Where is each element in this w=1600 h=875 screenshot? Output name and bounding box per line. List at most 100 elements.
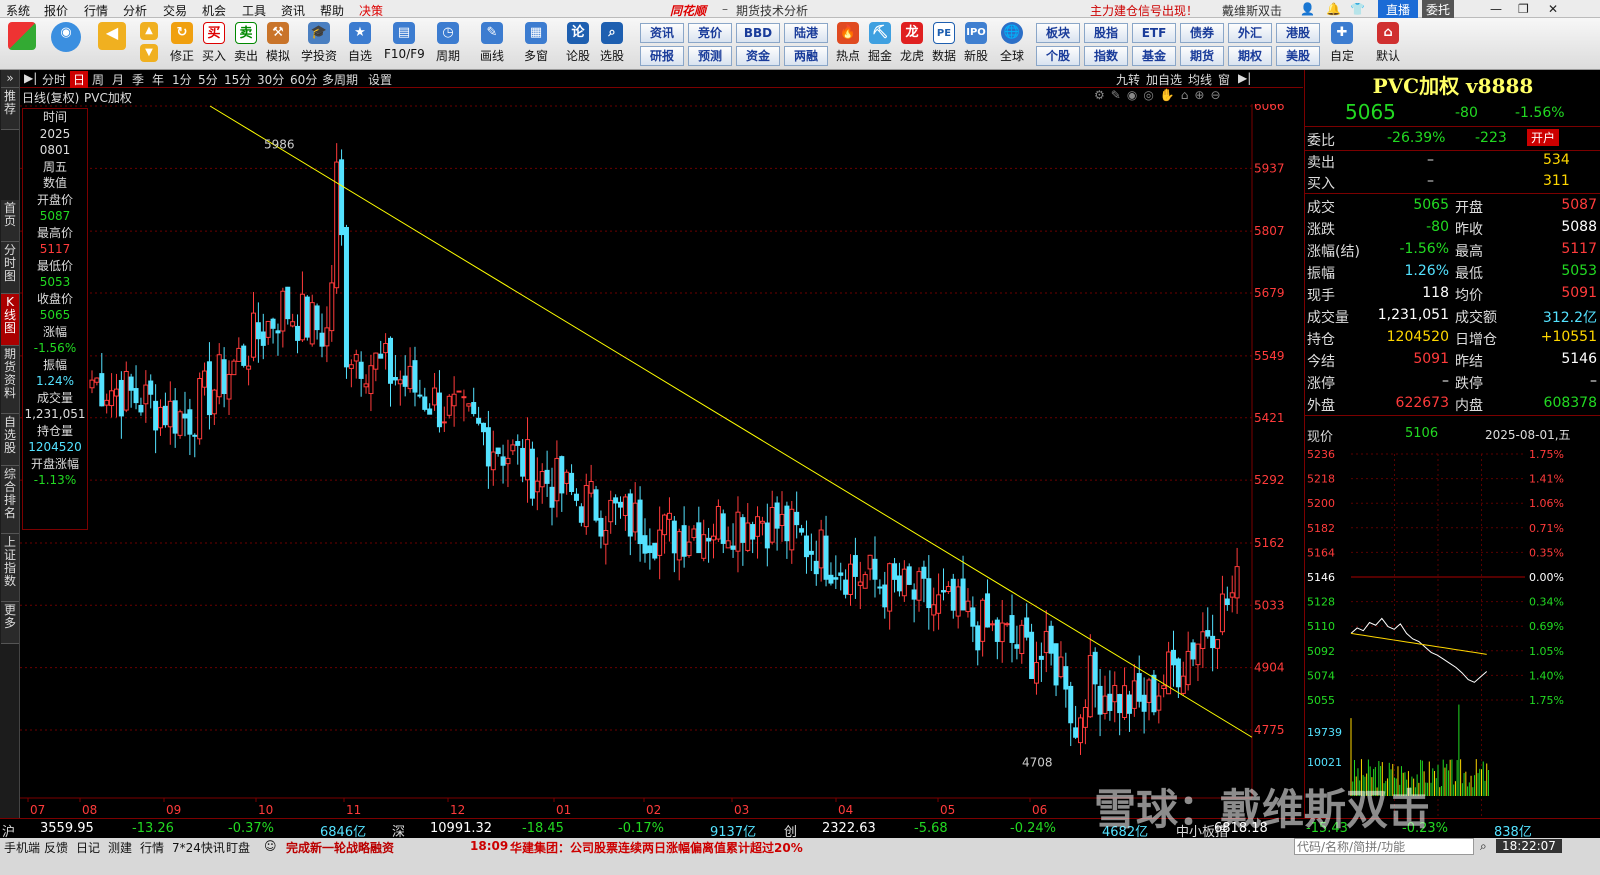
side-tab-kline[interactable]: K线图 [1, 294, 19, 346]
menu-tools[interactable]: 工具 [242, 2, 266, 19]
kline-chart[interactable]: 6066 5937 5807 5679 5549 5421 5292 5162 5033 4904… [20, 104, 1303, 818]
pen-icon[interactable]: ✎ [1111, 88, 1127, 102]
bell-icon[interactable]: 🔔 [1326, 2, 1341, 16]
quick-bonds[interactable]: 债券 [1180, 23, 1224, 43]
eye-icon[interactable]: ◉ [1127, 88, 1143, 102]
period-15min[interactable]: 15分 [224, 71, 251, 88]
quick-us-stocks[interactable]: 美股 [1276, 46, 1320, 66]
quick-funds2[interactable]: 基金 [1132, 46, 1176, 66]
bottom-feedback[interactable]: 反馈 [44, 839, 68, 856]
side-tab-home[interactable]: 首页 [1, 200, 19, 242]
news-ticker-2[interactable]: 华建集团：公司股票连续两日涨幅偏离值累计超过20% [510, 839, 803, 856]
discuss-button[interactable]: 论论股 [562, 22, 594, 68]
live-button[interactable]: 直播 [1378, 0, 1419, 18]
revise-button[interactable]: ↻ 修正 [166, 22, 198, 68]
close-icon[interactable]: ✕ [1548, 2, 1558, 16]
quick-forex[interactable]: 外汇 [1228, 23, 1272, 43]
target-icon[interactable]: ◎ [1143, 88, 1159, 102]
side-tab-timeshare[interactable]: 分时图 [1, 242, 19, 294]
quick-forecast[interactable]: 预测 [688, 46, 732, 66]
up-down-button[interactable]: ▲ ▼ [136, 22, 162, 68]
period-1min[interactable]: 1分 [172, 71, 192, 88]
lock-icon[interactable]: ⌂ [1181, 88, 1195, 102]
open-account-button[interactable]: 开户 [1527, 129, 1560, 146]
stock-picker-button[interactable]: ⌕ 选股 [596, 22, 628, 68]
quick-research[interactable]: 研报 [640, 46, 684, 66]
collapse-icon[interactable]: ▶| [1238, 71, 1251, 85]
bottom-watch[interactable]: 盯盘 [226, 839, 250, 856]
period-settings[interactable]: 设置 [368, 71, 392, 88]
quick-etf[interactable]: ETF [1132, 23, 1176, 43]
quick-stocks[interactable]: 个股 [1036, 46, 1080, 66]
bottom-test[interactable]: 测建 [108, 839, 132, 856]
news-ticker-1[interactable]: 完成新一轮战略融资 [286, 839, 394, 856]
bottom-diary[interactable]: 日记 [76, 839, 100, 856]
shirt-icon[interactable]: 👕 [1350, 2, 1365, 16]
chart-tools[interactable]: ⚙✎◉◎✋⌂⊕⊖ [1094, 88, 1227, 102]
quick-funds[interactable]: 资金 [736, 46, 780, 66]
ipo-button[interactable]: IPO 新股 [960, 22, 992, 68]
multi-window-button[interactable]: ▦ 多窗 [520, 22, 552, 68]
quick-index-futures[interactable]: 股指 [1084, 23, 1128, 43]
quick-hk-connect[interactable]: 陆港 [784, 23, 828, 43]
menu-system[interactable]: 系统 [6, 2, 30, 19]
quick-hk-stocks[interactable]: 港股 [1276, 23, 1320, 43]
menu-decision[interactable]: 决策 [359, 2, 383, 19]
window-button[interactable]: 窗 [1218, 71, 1230, 88]
sell-button[interactable]: 卖卖出 [230, 22, 262, 68]
learn-button[interactable]: 🎓 学投资 [300, 22, 338, 68]
data-button[interactable]: PE 数据 [928, 22, 960, 68]
default-button[interactable]: ⌂ 默认 [1372, 22, 1404, 68]
ma-button[interactable]: 均线 [1188, 71, 1212, 88]
period-multi[interactable]: 多周期 [322, 71, 358, 88]
quick-auction[interactable]: 竞价 [688, 23, 732, 43]
period-weekly[interactable]: 周 [92, 71, 104, 88]
draw-line-button[interactable]: ✎ 画线 [476, 22, 508, 68]
zoom-out-icon[interactable]: ⊖ [1210, 88, 1226, 102]
period-yearly[interactable]: 年 [152, 71, 164, 88]
period-monthly[interactable]: 月 [112, 71, 124, 88]
nine-turn-button[interactable]: 九转 [1116, 71, 1140, 88]
home-grid-button[interactable] [6, 22, 38, 68]
gear-icon[interactable]: ⚙ [1094, 88, 1111, 102]
chat-icon[interactable]: ☺ [264, 839, 277, 853]
side-tab-more[interactable]: 更多 [1, 602, 19, 644]
watchlist-button[interactable]: ★ 自选 [344, 22, 376, 68]
period-5min[interactable]: 5分 [198, 71, 218, 88]
period-button[interactable]: ◷ 周期 [432, 22, 464, 68]
back-button[interactable]: ◀ [96, 22, 128, 68]
dragon-tiger-button[interactable]: 龙龙虎 [896, 22, 928, 68]
menu-quote[interactable]: 报价 [44, 2, 68, 19]
zoom-in-icon[interactable]: ⊕ [1194, 88, 1210, 102]
search-icon[interactable]: ⌕ [1480, 839, 1487, 854]
expand-icon[interactable]: » [1, 70, 19, 88]
menu-help[interactable]: 帮助 [320, 2, 344, 19]
period-quarterly[interactable]: 季 [132, 71, 144, 88]
menu-opportunity[interactable]: 机会 [202, 2, 226, 19]
quick-margin[interactable]: 两融 [784, 46, 828, 66]
quick-futures[interactable]: 期货 [1180, 46, 1224, 66]
search-input[interactable] [1294, 838, 1474, 855]
quick-indices[interactable]: 指数 [1084, 46, 1128, 66]
quick-sector[interactable]: 板块 [1036, 23, 1080, 43]
promo-link[interactable]: 主力建仓信号出现！ [1090, 2, 1198, 19]
menu-news[interactable]: 资讯 [281, 2, 305, 19]
period-daily[interactable]: 日 [70, 71, 89, 88]
period-60min[interactable]: 60分 [290, 71, 317, 88]
menu-market[interactable]: 行情 [84, 2, 108, 19]
buy-button[interactable]: 买买入 [198, 22, 230, 68]
bottom-news-7x24[interactable]: 7*24快讯 [172, 839, 225, 856]
play-icon[interactable]: ▶| [24, 71, 37, 85]
global-button[interactable]: 🌐 全球 [996, 22, 1028, 68]
delegate-button[interactable]: 委托 [1422, 0, 1455, 18]
f10-button[interactable]: ▤ F10/F9 [384, 22, 425, 68]
quick-options[interactable]: 期权 [1228, 46, 1272, 66]
account-name[interactable]: 戴维斯双击 [1222, 2, 1282, 19]
menu-analysis[interactable]: 分析 [123, 2, 147, 19]
assistant-button[interactable]: ◉ [50, 22, 82, 68]
add-watchlist-button[interactable]: 加自选 [1146, 71, 1182, 88]
menu-trade[interactable]: 交易 [163, 2, 187, 19]
quick-bbd[interactable]: BBD [736, 23, 780, 43]
period-timeshare[interactable]: 分时 [42, 71, 66, 88]
user-icon[interactable]: 👤 [1300, 2, 1315, 16]
